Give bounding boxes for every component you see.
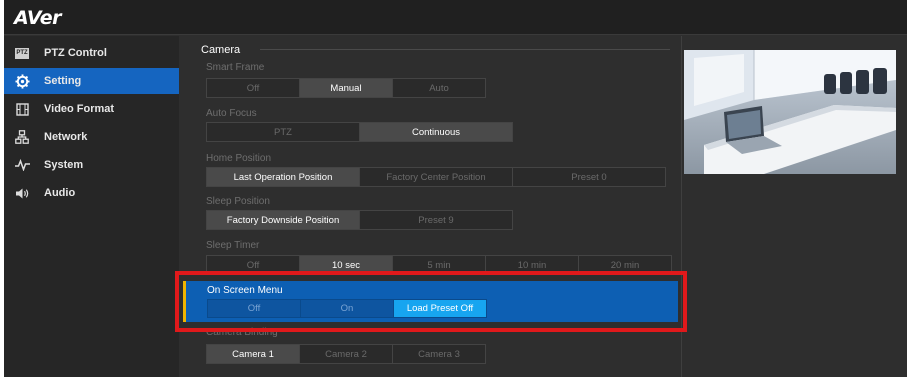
auto-focus-option-continuous[interactable]: Continuous (360, 123, 512, 141)
camera-binding-selector: Camera 1 Camera 2 Camera 3 (206, 344, 486, 364)
sleep-position-label: Sleep Position (206, 196, 270, 207)
camera-binding-option-camera-1[interactable]: Camera 1 (207, 345, 300, 363)
sleep-timer-label: Sleep Timer (206, 240, 260, 251)
smart-frame-option-auto[interactable]: Auto (393, 79, 485, 97)
sidebar-item-ptz-control[interactable]: PTZ PTZ Control (4, 40, 179, 66)
home-position-option-preset-0[interactable]: Preset 0 (513, 168, 665, 186)
gear-icon (14, 73, 30, 89)
section-divider (260, 49, 670, 50)
sidebar-item-label: Setting (44, 75, 82, 87)
smart-frame-selector: Off Manual Auto (206, 78, 486, 98)
ptz-icon: PTZ (14, 45, 30, 61)
sidebar-item-network[interactable]: Network (4, 124, 179, 150)
sidebar: PTZ PTZ Control Setting Video Format Net… (4, 36, 179, 377)
highlight-box (175, 271, 687, 332)
section-title: Camera (201, 44, 241, 56)
sidebar-item-video-format[interactable]: Video Format (4, 96, 179, 122)
sidebar-item-setting[interactable]: Setting (4, 68, 179, 94)
auto-focus-label: Auto Focus (206, 108, 257, 119)
sidebar-item-label: Network (44, 131, 88, 143)
sidebar-item-label: Video Format (44, 103, 115, 115)
sidebar-item-audio[interactable]: Audio (4, 180, 179, 206)
camera-preview-image (684, 50, 896, 174)
smart-frame-option-off[interactable]: Off (207, 79, 300, 97)
smart-frame-option-manual[interactable]: Manual (300, 79, 393, 97)
speaker-icon (14, 185, 30, 201)
sidebar-item-system[interactable]: System (4, 152, 179, 178)
sidebar-item-label: PTZ Control (44, 47, 107, 59)
aver-logo: AVer (14, 7, 62, 29)
sidebar-item-label: Audio (44, 187, 76, 199)
camera-binding-option-camera-3[interactable]: Camera 3 (393, 345, 485, 363)
auto-focus-option-ptz[interactable]: PTZ (207, 123, 360, 141)
home-position-option-last-operation[interactable]: Last Operation Position (207, 168, 360, 186)
sidebar-item-label: System (44, 159, 84, 171)
sleep-position-option-preset-9[interactable]: Preset 9 (360, 211, 512, 229)
network-icon (14, 129, 30, 145)
camera-binding-option-camera-2[interactable]: Camera 2 (300, 345, 393, 363)
sleep-position-option-factory-downside[interactable]: Factory Downside Position (207, 211, 360, 229)
top-bar: AVer (4, 0, 907, 35)
home-position-option-factory-center[interactable]: Factory Center Position (360, 168, 513, 186)
pulse-icon (14, 157, 30, 173)
home-position-selector: Last Operation Position Factory Center P… (206, 167, 666, 187)
sleep-position-selector: Factory Downside Position Preset 9 (206, 210, 513, 230)
auto-focus-selector: PTZ Continuous (206, 122, 513, 142)
home-position-label: Home Position (206, 153, 272, 164)
smart-frame-label: Smart Frame (206, 62, 265, 73)
film-icon (14, 101, 30, 117)
